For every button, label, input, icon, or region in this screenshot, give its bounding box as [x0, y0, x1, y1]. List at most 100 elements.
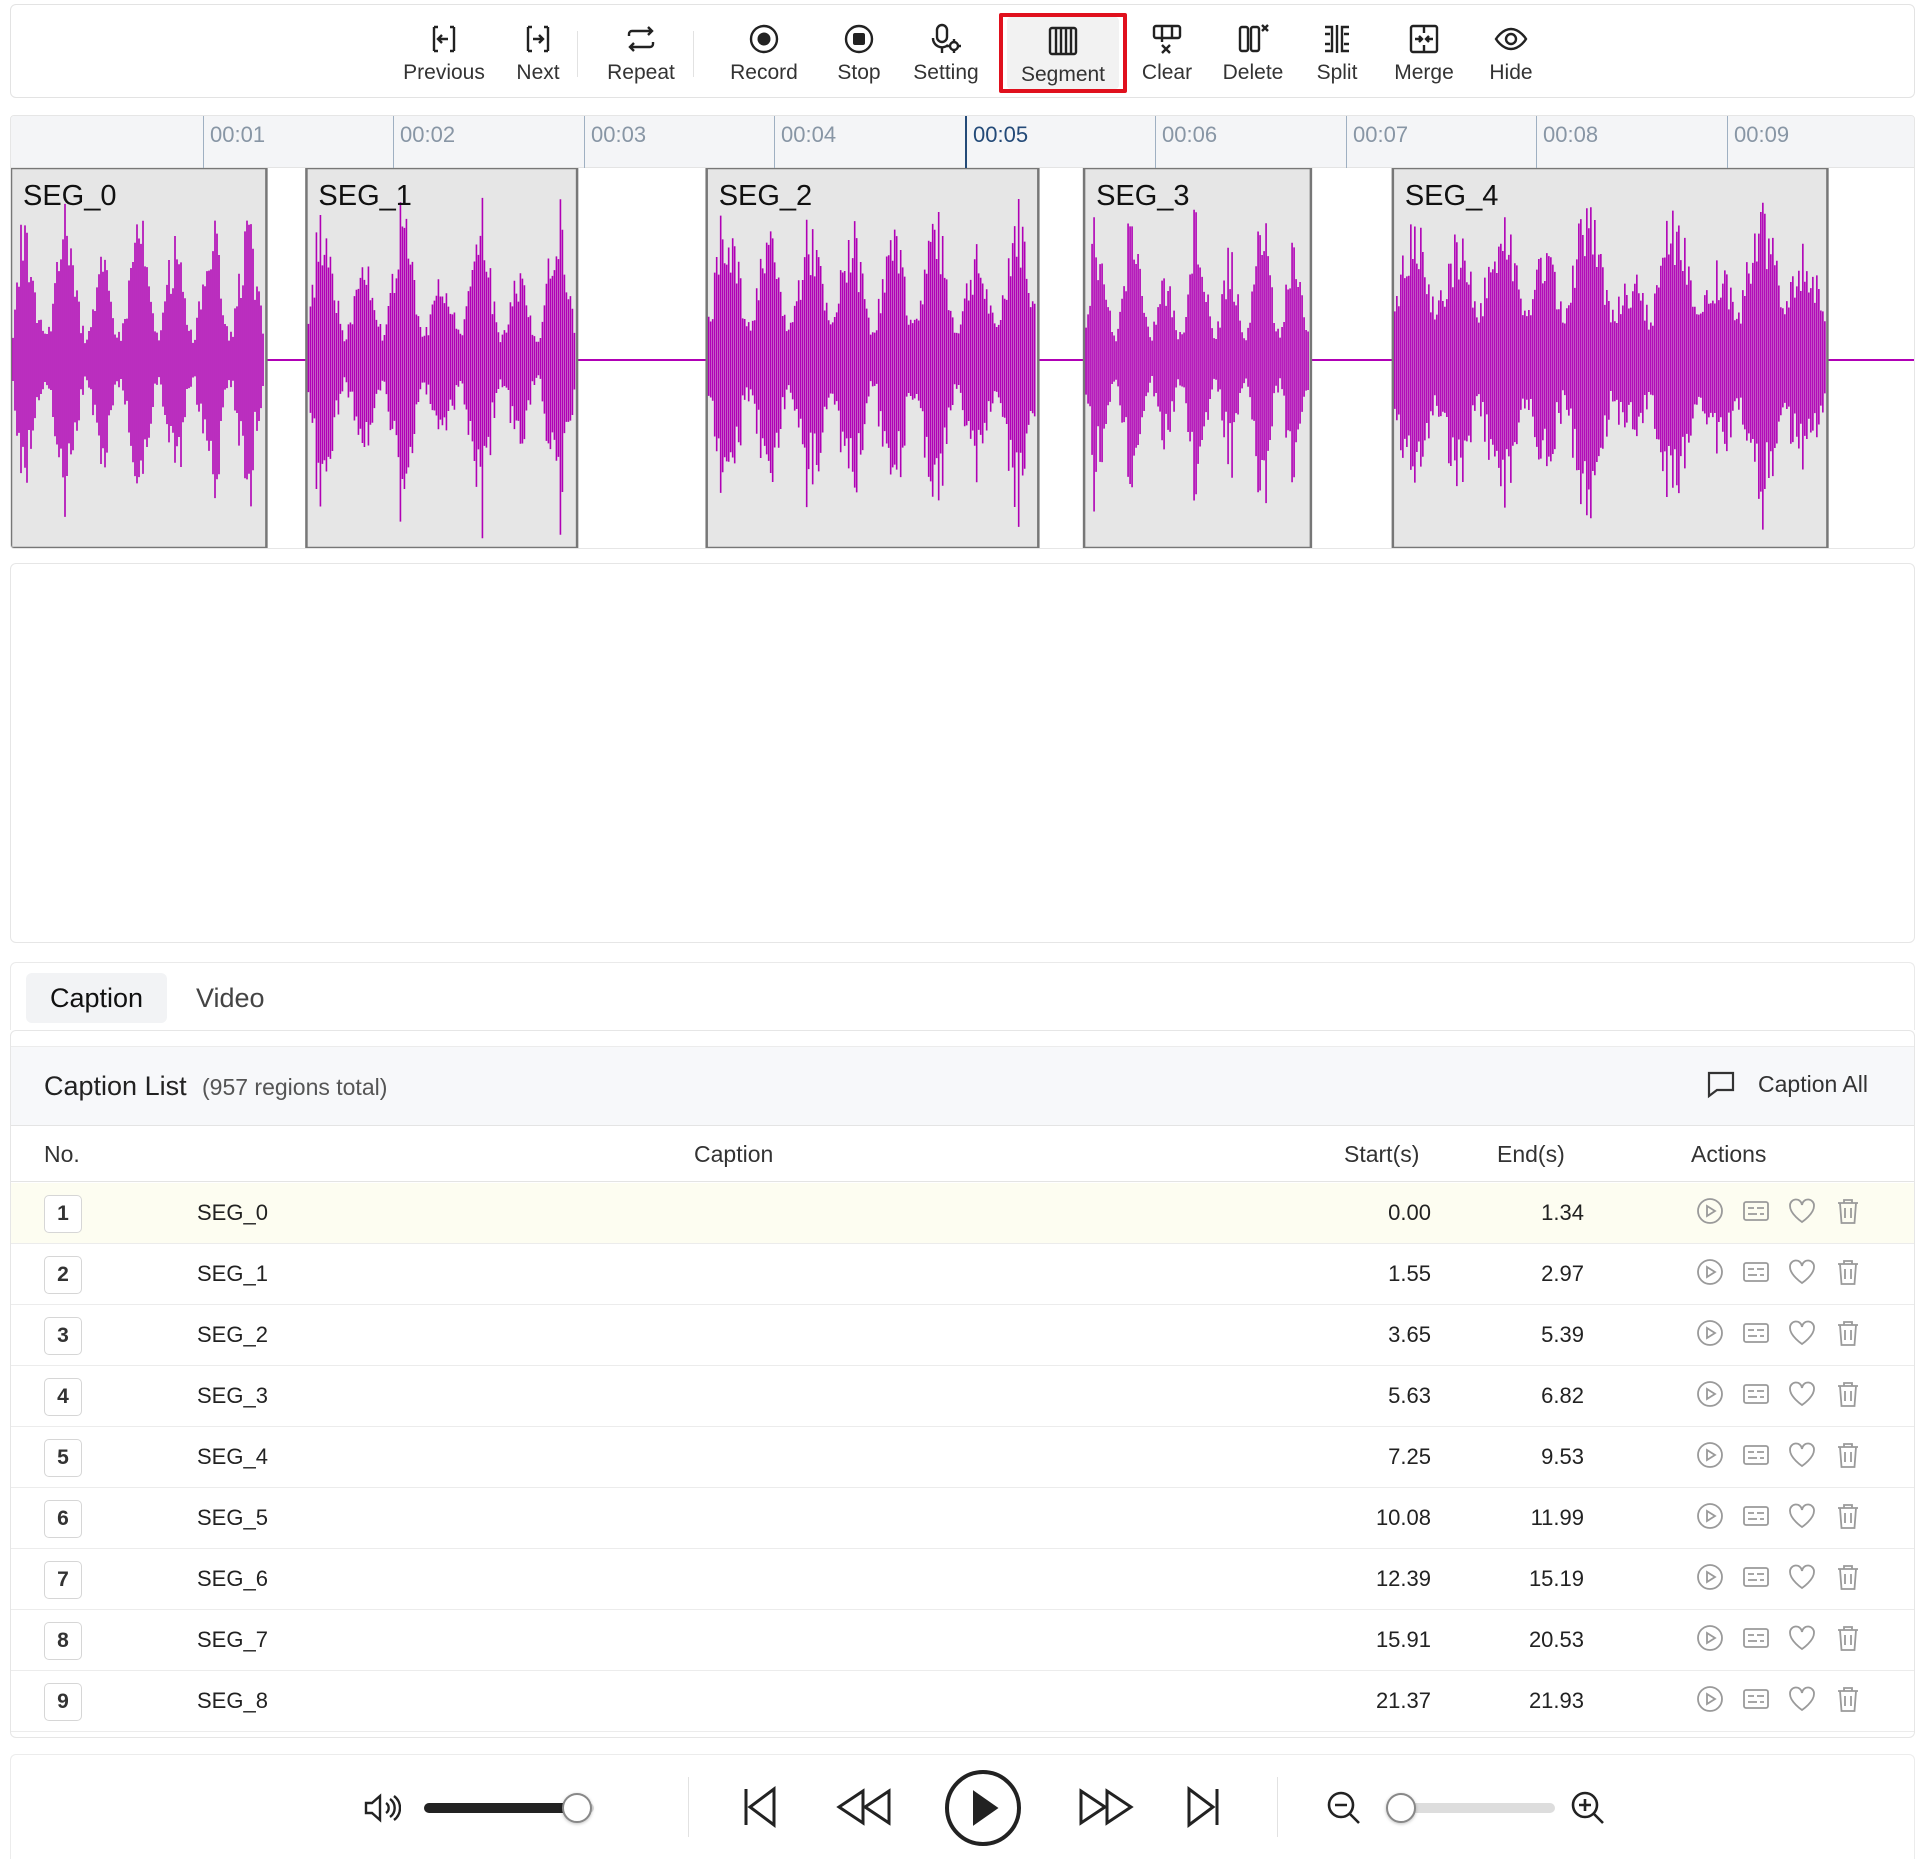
- play-icon[interactable]: [1695, 1623, 1725, 1653]
- tab-video[interactable]: Video: [172, 973, 289, 1023]
- row-caption[interactable]: SEG_5: [197, 1505, 268, 1531]
- stop-icon: [844, 24, 874, 54]
- trash-icon[interactable]: [1833, 1562, 1863, 1592]
- row-caption[interactable]: SEG_6: [197, 1566, 268, 1592]
- play-icon[interactable]: [1695, 1562, 1725, 1592]
- header-start: Start(s): [1344, 1141, 1420, 1167]
- row-caption[interactable]: SEG_7: [197, 1627, 268, 1653]
- heart-icon[interactable]: [1787, 1257, 1817, 1287]
- zoom-out-icon[interactable]: [1325, 1789, 1363, 1827]
- trash-icon[interactable]: [1833, 1501, 1863, 1531]
- region-label: SEG_3: [1096, 180, 1190, 212]
- table-row[interactable]: 3 SEG_2 3.65 5.39: [11, 1305, 1914, 1366]
- region-label: SEG_1: [318, 180, 412, 212]
- hide-button[interactable]: Hide: [1476, 15, 1546, 89]
- region-label: SEG_2: [718, 180, 813, 212]
- subtitle-icon[interactable]: [1741, 1440, 1771, 1470]
- regions-count: (957 regions total): [202, 1074, 388, 1100]
- heart-icon[interactable]: [1787, 1562, 1817, 1592]
- table-row[interactable]: 7 SEG_6 12.39 15.19: [11, 1549, 1914, 1610]
- trash-icon[interactable]: [1833, 1257, 1863, 1287]
- trash-icon[interactable]: [1833, 1623, 1863, 1653]
- table-row[interactable]: 5 SEG_4 7.25 9.53: [11, 1427, 1914, 1488]
- skip-start-icon[interactable]: [738, 1783, 782, 1831]
- trash-icon[interactable]: [1833, 1684, 1863, 1714]
- trash-icon[interactable]: [1833, 1318, 1863, 1348]
- table-row[interactable]: 9 SEG_8 21.37 21.93: [11, 1671, 1914, 1732]
- skip-end-icon[interactable]: [1181, 1783, 1225, 1831]
- record-button[interactable]: Record: [716, 15, 812, 89]
- heart-icon[interactable]: [1787, 1501, 1817, 1531]
- waveform[interactable]: [11, 168, 1915, 549]
- trash-icon[interactable]: [1833, 1379, 1863, 1409]
- heart-icon[interactable]: [1787, 1684, 1817, 1714]
- row-number: 7: [44, 1561, 82, 1599]
- tab-caption[interactable]: Caption: [26, 973, 168, 1023]
- play-icon[interactable]: [1695, 1379, 1725, 1409]
- heart-icon[interactable]: [1787, 1196, 1817, 1226]
- row-number: 6: [44, 1500, 82, 1538]
- subtitle-icon[interactable]: [1741, 1196, 1771, 1226]
- zoom-slider-knob[interactable]: [1386, 1793, 1416, 1823]
- heart-icon[interactable]: [1787, 1318, 1817, 1348]
- volume-icon[interactable]: [363, 1791, 401, 1825]
- table-row[interactable]: 4 SEG_3 5.63 6.82: [11, 1366, 1914, 1427]
- waveform-panel[interactable]: 00:01 00:02 00:03 00:04 00:05 00:06 00:0…: [10, 115, 1915, 549]
- row-caption[interactable]: SEG_1: [197, 1261, 268, 1287]
- row-caption[interactable]: SEG_4: [197, 1444, 268, 1470]
- rewind-icon[interactable]: [833, 1783, 895, 1831]
- table-row[interactable]: 1 SEG_0 0.00 1.34: [11, 1183, 1914, 1244]
- row-caption[interactable]: SEG_3: [197, 1383, 268, 1409]
- subtitle-icon[interactable]: [1741, 1684, 1771, 1714]
- play-icon[interactable]: [943, 1768, 1023, 1848]
- play-icon[interactable]: [1695, 1501, 1725, 1531]
- caption-list-header: Caption List (957 regions total) Caption…: [11, 1046, 1914, 1126]
- subtitle-icon[interactable]: [1741, 1623, 1771, 1653]
- fast-forward-icon[interactable]: [1075, 1783, 1137, 1831]
- table-row[interactable]: 2 SEG_1 1.55 2.97: [11, 1244, 1914, 1305]
- heart-icon[interactable]: [1787, 1623, 1817, 1653]
- heart-icon[interactable]: [1787, 1440, 1817, 1470]
- row-end: 1.34: [1541, 1200, 1584, 1225]
- subtitle-icon[interactable]: [1741, 1257, 1771, 1287]
- volume-slider-knob[interactable]: [562, 1793, 592, 1823]
- play-icon[interactable]: [1695, 1440, 1725, 1470]
- row-number: 9: [44, 1683, 82, 1721]
- subtitle-icon[interactable]: [1741, 1318, 1771, 1348]
- next-button[interactable]: Next: [506, 15, 570, 89]
- merge-icon: [1409, 24, 1439, 54]
- delete-button[interactable]: Delete: [1211, 15, 1295, 89]
- play-icon[interactable]: [1695, 1684, 1725, 1714]
- timeline-ruler[interactable]: 00:01 00:02 00:03 00:04 00:05 00:06 00:0…: [11, 116, 1914, 168]
- next-icon: [526, 25, 550, 53]
- row-caption[interactable]: SEG_0: [197, 1200, 268, 1226]
- subtitle-icon[interactable]: [1741, 1379, 1771, 1409]
- trash-icon[interactable]: [1833, 1196, 1863, 1226]
- comment-icon: [1707, 1071, 1735, 1099]
- subtitle-icon[interactable]: [1741, 1501, 1771, 1531]
- mic-settings-icon: [931, 23, 961, 53]
- row-end: 6.82: [1541, 1383, 1584, 1408]
- repeat-button[interactable]: Repeat: [596, 15, 686, 89]
- trash-icon[interactable]: [1833, 1440, 1863, 1470]
- play-icon[interactable]: [1695, 1318, 1725, 1348]
- setting-button[interactable]: Setting: [903, 15, 989, 89]
- play-icon[interactable]: [1695, 1196, 1725, 1226]
- previous-button[interactable]: Previous: [381, 15, 507, 89]
- row-end: 20.53: [1528, 1627, 1584, 1652]
- segment-button[interactable]: Segment: [999, 13, 1127, 93]
- zoom-in-icon[interactable]: [1569, 1789, 1607, 1827]
- play-icon[interactable]: [1695, 1257, 1725, 1287]
- row-caption[interactable]: SEG_2: [197, 1322, 268, 1348]
- row-caption[interactable]: SEG_8: [197, 1688, 268, 1714]
- heart-icon[interactable]: [1787, 1379, 1817, 1409]
- subtitle-icon[interactable]: [1741, 1562, 1771, 1592]
- clear-button[interactable]: Clear: [1130, 15, 1204, 89]
- ruler-tick: 00:02: [393, 116, 455, 168]
- caption-all-button[interactable]: Caption All: [1704, 1067, 1868, 1101]
- table-row[interactable]: 6 SEG_5 10.08 11.99: [11, 1488, 1914, 1549]
- split-button[interactable]: Split: [1301, 15, 1373, 89]
- table-row[interactable]: 8 SEG_7 15.91 20.53: [11, 1610, 1914, 1671]
- stop-button[interactable]: Stop: [819, 15, 899, 89]
- merge-button[interactable]: Merge: [1381, 15, 1467, 89]
